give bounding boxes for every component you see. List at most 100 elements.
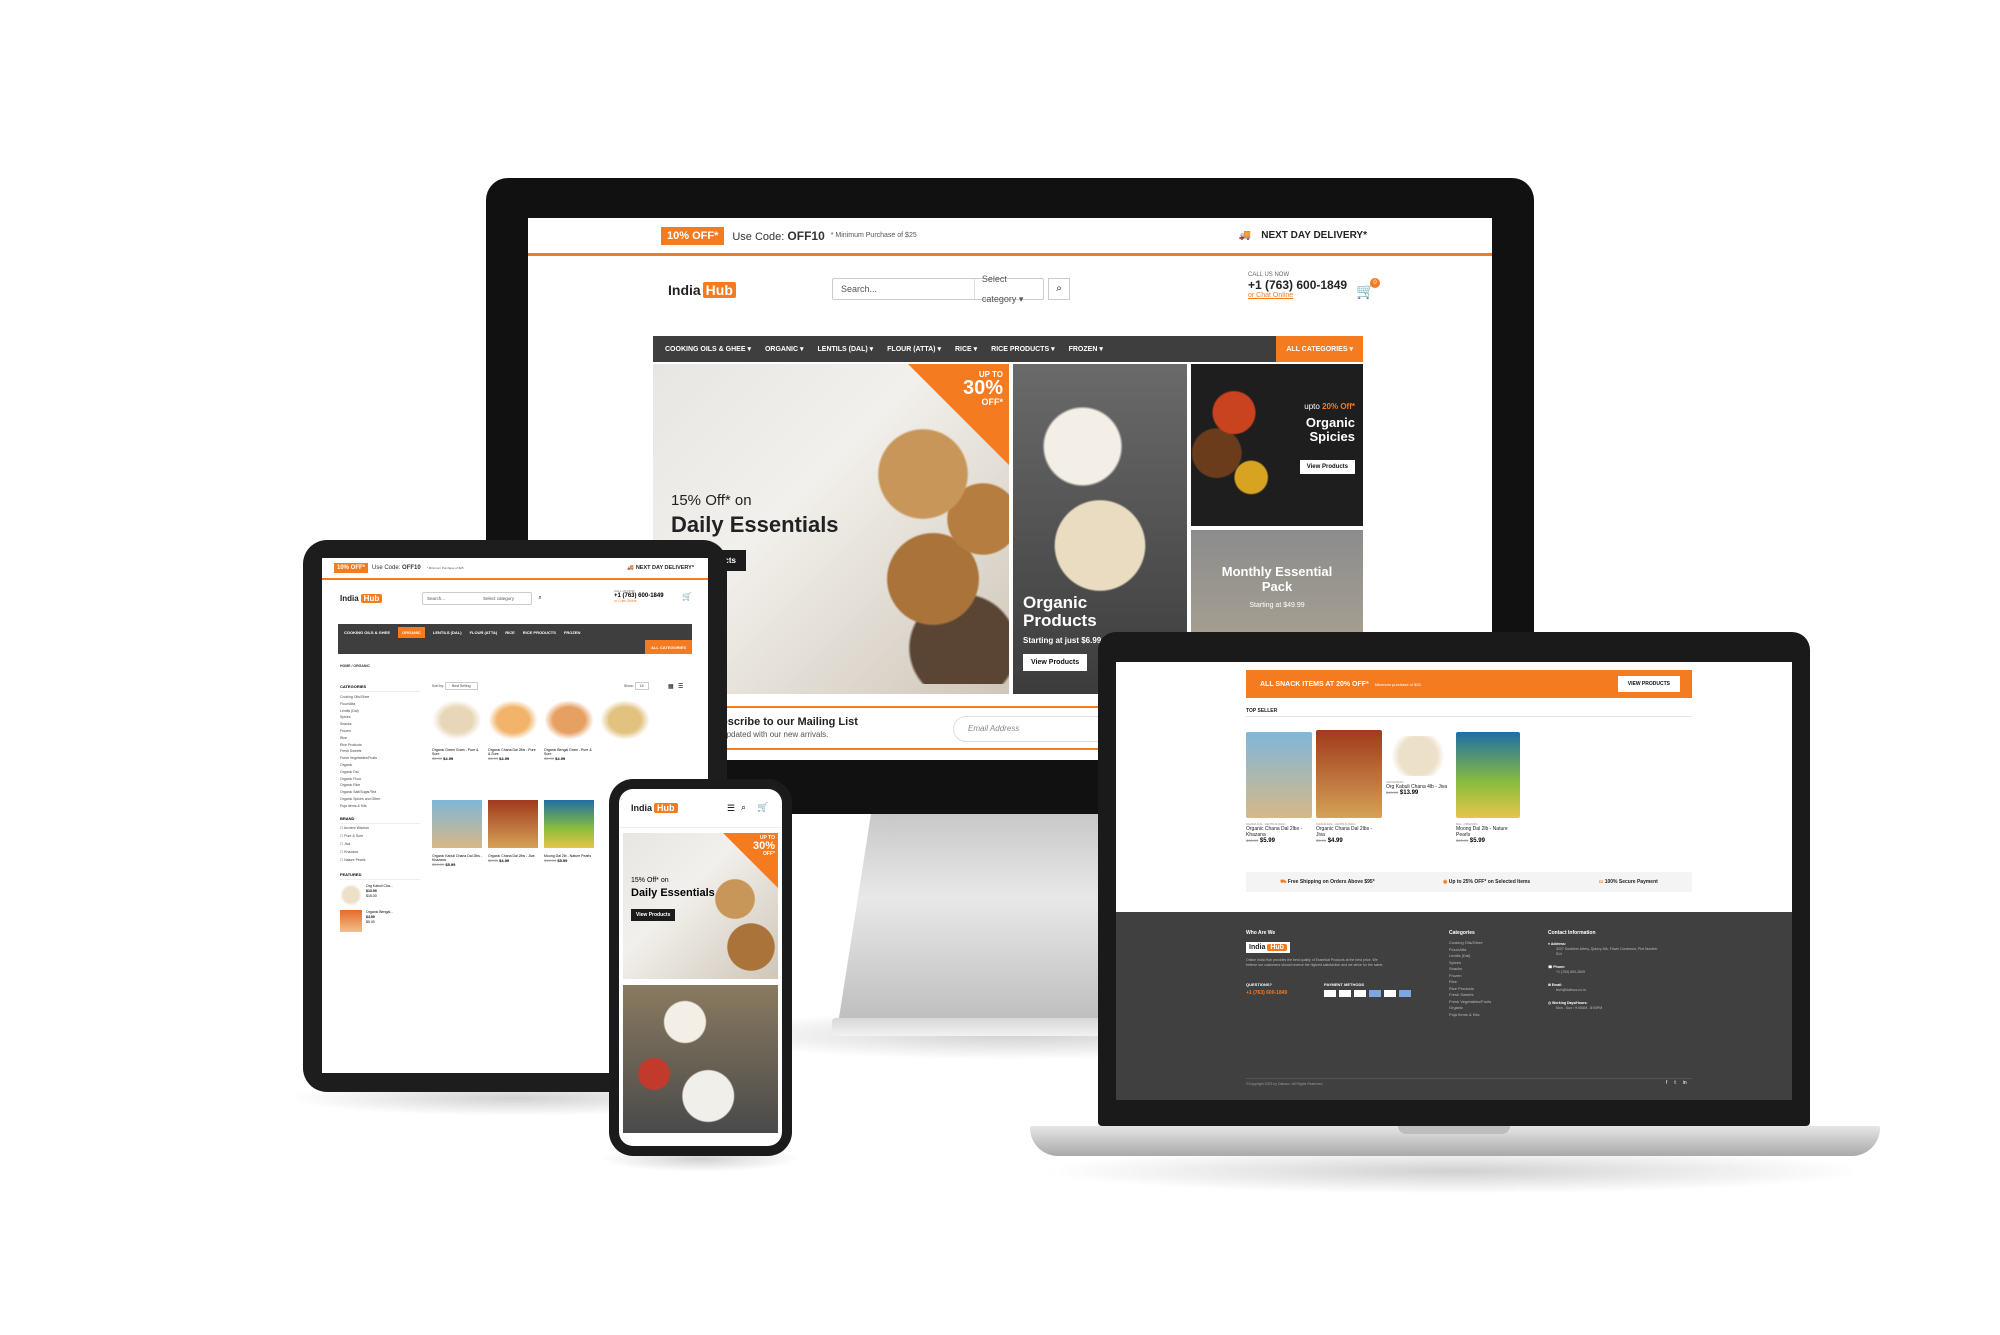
footer-category-link[interactable]: Puja Items & Kits — [1449, 1012, 1491, 1019]
phone-number[interactable]: +1 (763) 600-1849 — [1248, 278, 1347, 292]
brand-checkbox[interactable]: ☐ Khazana — [340, 848, 420, 856]
product-image-kabuli[interactable] — [1386, 736, 1450, 776]
tablet-nav-item[interactable]: LENTILS (DAL) — [433, 630, 462, 635]
phone-logo[interactable]: India Hub — [631, 803, 678, 813]
twitter-icon[interactable]: t — [1674, 1080, 1675, 1086]
site-logo[interactable]: India Hub — [668, 282, 736, 298]
category-link[interactable]: Fresh Vegetables/Fruits — [340, 755, 420, 762]
category-link[interactable]: Frozen — [340, 728, 420, 735]
product-card[interactable]: Organic Kabuli Chana Dal 2lbs - Khazana … — [432, 800, 482, 867]
category-link[interactable]: Fresh Sweets — [340, 748, 420, 755]
category-link[interactable]: Cooking Oils/Ghee — [340, 694, 420, 701]
category-link[interactable]: Spices — [340, 714, 420, 721]
hero-line2: Daily Essentials — [671, 512, 839, 537]
category-link[interactable]: Puja Items & Kits — [340, 803, 420, 810]
tablet-logo[interactable]: India Hub — [340, 594, 383, 603]
product-card[interactable]: CHICKPEAS Org Kabuli Chana 4lb - Jiva $1… — [1386, 780, 1452, 796]
product-card[interactable]: CHANA DAL, LENTILS (DAL) Organic Chana D… — [1316, 822, 1382, 844]
feature-shipping: ⛟ Free Shipping on Orders Above $95* — [1280, 878, 1375, 885]
search-button[interactable]: ⌕ — [1048, 278, 1070, 300]
product-card[interactable]: CHANA DAL, LENTILS (DAL) Organic Chana D… — [1246, 822, 1312, 844]
tablet-nav-item-active[interactable]: ORGANIC — [398, 626, 425, 638]
phone-hero-line1: 15% Off* on — [631, 877, 669, 884]
list-view-icon[interactable]: ☰ — [678, 683, 683, 690]
cart-icon[interactable]: 🛒 — [757, 802, 768, 813]
nav-item-organic[interactable]: ORGANIC ▾ — [765, 345, 804, 353]
search-icon[interactable]: ⌕ — [741, 802, 746, 813]
facebook-icon[interactable]: f — [1666, 1080, 1667, 1086]
category-link[interactable]: Snacks — [340, 721, 420, 728]
footer-phone[interactable]: +1 (763) 600-1849 — [1246, 990, 1287, 996]
social-links: f t in — [1666, 1080, 1687, 1086]
brand-checkbox[interactable]: ☐ Pure & Sure — [340, 832, 420, 840]
footer-questions: QUESTIONS? — [1246, 982, 1273, 987]
cart-icon[interactable]: 🛒 — [682, 592, 692, 601]
tablet-nav-item[interactable]: FROZEN — [564, 630, 580, 635]
footer-logo[interactable]: India Hub — [1246, 942, 1290, 953]
product-image-jiva[interactable] — [1316, 730, 1382, 818]
search-icon[interactable]: ⌕ — [534, 592, 546, 605]
category-link[interactable]: Flour/Atta — [340, 701, 420, 708]
featured-item[interactable]: Org Kabuli Cha... $13.99 $15.00 — [340, 883, 420, 906]
category-link[interactable]: Rice — [340, 735, 420, 742]
snack-banner-text: ALL SNACK ITEMS AT 20% OFF* — [1260, 680, 1369, 688]
category-link[interactable]: Organic Spices and Other — [340, 796, 420, 803]
spices-title: Organic Spicies — [1305, 415, 1355, 444]
promo-bar: 10% OFF* Use Code: OFF10 * Minimum Purch… — [528, 218, 1492, 256]
category-link[interactable]: Organic Salt/Sugar/Tea — [340, 789, 420, 796]
tablet-promo-bar: 10% OFF* Use Code: OFF10 * Minimum Purch… — [322, 558, 708, 580]
brand-checkbox[interactable]: ☐ Ancient Wisdom — [340, 824, 420, 832]
chat-link[interactable]: or Chat Online — [1248, 292, 1347, 299]
tablet-nav-item[interactable]: COOKING OILS & GHEE — [344, 630, 390, 635]
nav-item-flour[interactable]: FLOUR (ATTA) ▾ — [887, 345, 941, 353]
product-card[interactable]: Organic Chana Dal 2lbs - Pure & Sure $5.… — [488, 700, 538, 761]
product-card[interactable]: Moong Dal 2lb - Nature Pearls $15.99 $5.… — [544, 800, 594, 863]
product-card[interactable]: Organic Bengal Gram - Pure & Sure $5.99 … — [544, 700, 594, 761]
product-card[interactable]: Organic Chana Dal 2lbs - Jiva $5.99 $4.9… — [488, 800, 538, 863]
snack-view-products-button[interactable]: VIEW PRODUCTS — [1617, 676, 1680, 692]
product-image-khazana[interactable] — [1246, 732, 1312, 818]
category-link[interactable]: Organic Rice — [340, 782, 420, 789]
sort-control[interactable]: Sort by: Best Selling — [432, 682, 478, 690]
category-link[interactable]: Organic Dal — [340, 769, 420, 776]
nav-item-lentils[interactable]: LENTILS (DAL) ▾ — [818, 345, 874, 353]
monthly-sub: Starting at $49.99 — [1249, 602, 1305, 609]
nav-item-rice[interactable]: RICE ▾ — [955, 345, 977, 353]
brand-checkbox[interactable]: ☐ Nature Pearls — [340, 856, 420, 864]
brand-checkbox[interactable]: ☐ Jiva — [340, 840, 420, 848]
spices-view-products-button[interactable]: View Products — [1299, 460, 1355, 474]
organic-sub: Starting at just $6.99 — [1023, 636, 1102, 645]
footer-contact: ⌖ Address: 3227 Southern Artery, Quincy … — [1548, 942, 1658, 1010]
featured-item[interactable]: Organic Bengal... $4.99 $5.00 — [340, 909, 420, 932]
category-link[interactable]: Rice Products — [340, 742, 420, 749]
phone-view-products-button[interactable]: View Products — [631, 909, 676, 921]
show-control[interactable]: Show: 15 — [624, 682, 649, 690]
tablet-nav-item[interactable]: FLOUR (ATTA) — [470, 630, 498, 635]
breadcrumb: HOME / ORGANIC — [340, 664, 370, 668]
nav-item-rice-products[interactable]: RICE PRODUCTS ▾ — [991, 345, 1054, 353]
copyright: ©Copyright 2023 by Dabsoc. All Rights Re… — [1246, 1082, 1324, 1086]
nav-item-frozen[interactable]: FROZEN ▾ — [1069, 345, 1103, 353]
organic-view-products-button[interactable]: View Products — [1023, 654, 1088, 671]
tablet-search[interactable]: Search... Select category — [422, 592, 532, 605]
all-categories-button[interactable]: ALL CATEGORIES ▾ — [1276, 336, 1363, 362]
linkedin-icon[interactable]: in — [1683, 1080, 1687, 1086]
category-select[interactable]: Select category ▾ — [975, 269, 1043, 309]
tablet-delivery: 🚚 NEXT DAY DELIVERY* — [627, 565, 694, 571]
grid-view-icon[interactable]: ▦ — [668, 683, 674, 690]
categories-title: CATEGORIES — [340, 684, 420, 692]
product-card[interactable] — [600, 700, 650, 740]
search-input[interactable]: Search... — [833, 279, 975, 299]
nav-item-cooking-oils[interactable]: COOKING OILS & GHEE ▾ — [665, 345, 751, 353]
category-link[interactable]: Lentils (Dal) — [340, 708, 420, 715]
category-link[interactable]: Organic Flour — [340, 776, 420, 783]
product-card[interactable]: DAL, ORGANIC Moong Dal 2lb - Nature Pear… — [1456, 822, 1522, 844]
category-link[interactable]: Organic — [340, 762, 420, 769]
product-card[interactable]: Organic Green Gram - Pure & Sure $5.99 $… — [432, 700, 482, 761]
tablet-nav-item[interactable]: RICE PRODUCTS — [523, 630, 556, 635]
product-image-moong[interactable] — [1456, 732, 1520, 818]
menu-icon[interactable]: ☰ — [727, 803, 735, 814]
site-footer: Who Are We India Hub Online India Hub pro… — [1116, 912, 1792, 1100]
tablet-all-categories[interactable]: ALL CATEGORIES — [645, 640, 692, 654]
tablet-nav-item[interactable]: RICE — [505, 630, 515, 635]
